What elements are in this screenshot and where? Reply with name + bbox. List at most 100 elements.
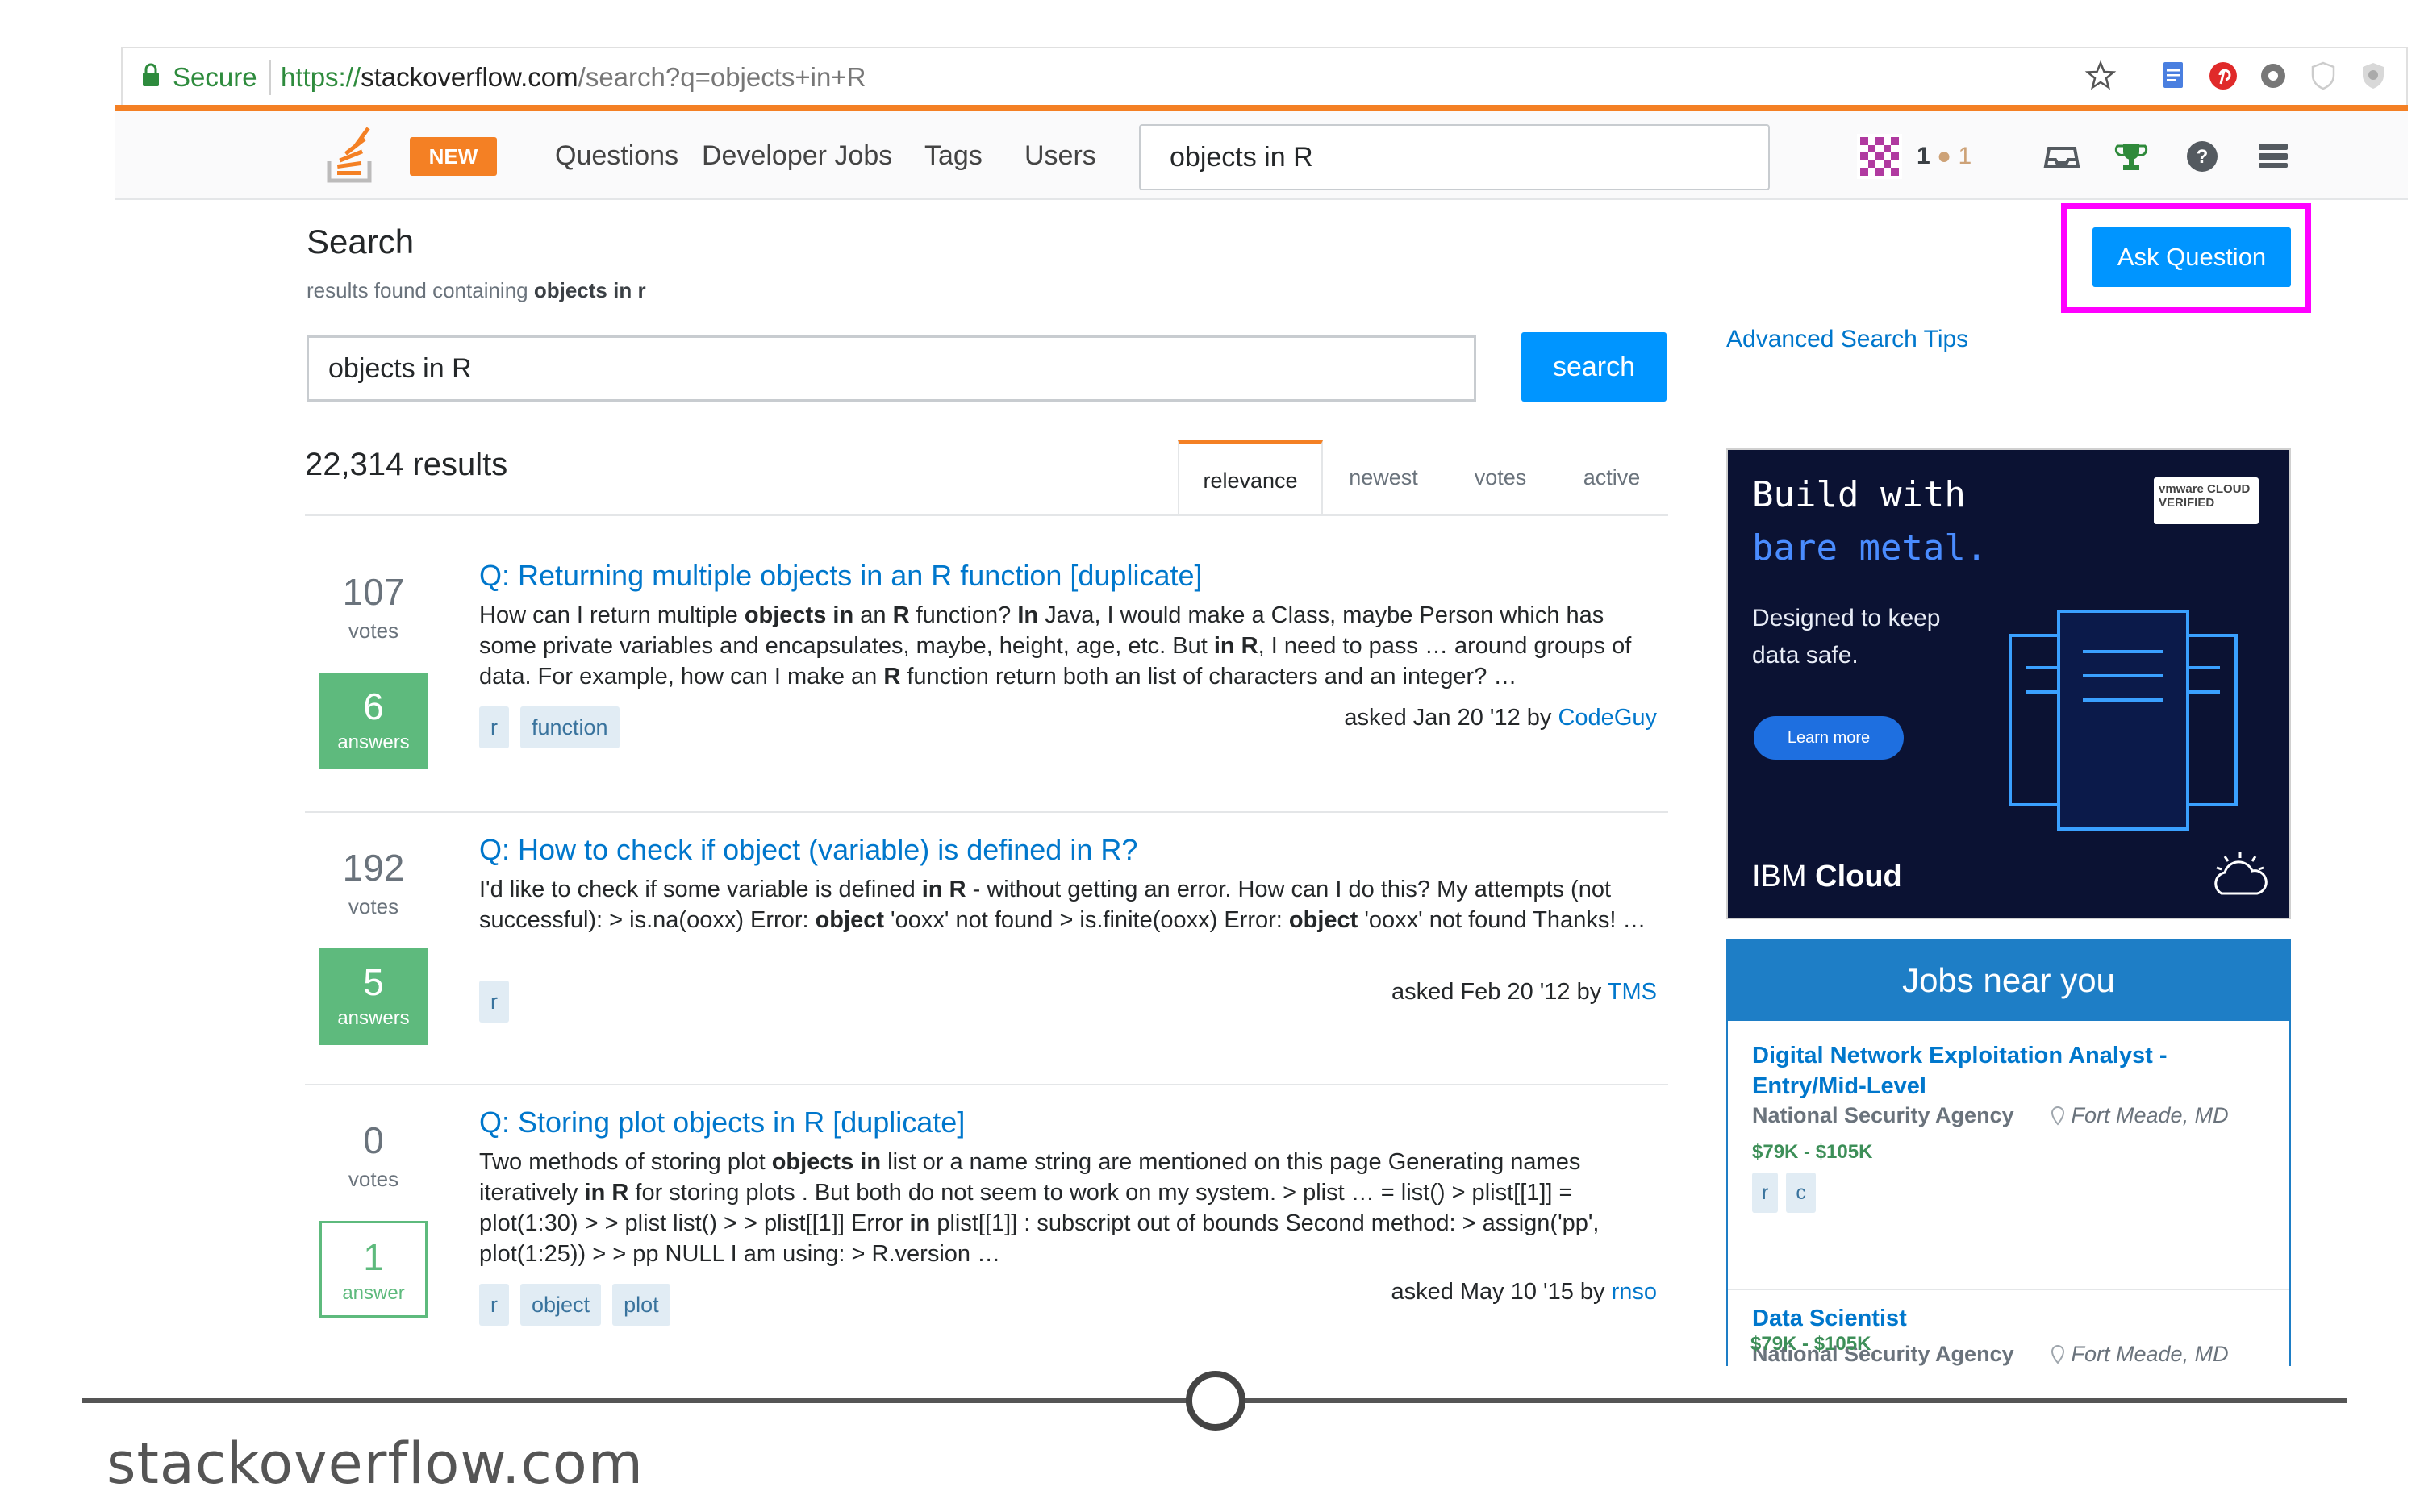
page-title: Search bbox=[307, 223, 415, 260]
slide-progress-marker bbox=[1186, 1371, 1245, 1431]
vote-count: 107 bbox=[342, 571, 405, 613]
server-illustration-icon bbox=[2009, 610, 2238, 831]
ad-brand: IBM Cloud bbox=[1752, 860, 1902, 893]
result-divider bbox=[305, 1084, 1668, 1085]
search-button[interactable]: search bbox=[1521, 332, 1667, 402]
location-pin-icon bbox=[2051, 1106, 2065, 1126]
screenshot-cutoff bbox=[1726, 1366, 2291, 1376]
question-title-link[interactable]: Q: How to check if object (variable) is … bbox=[479, 831, 1137, 869]
settings-extension-icon[interactable] bbox=[2255, 58, 2291, 94]
question-excerpt: I'd like to check if some variable is de… bbox=[479, 877, 1646, 933]
search-result: 107 votes 6 answers Q: Returning multipl… bbox=[305, 548, 1668, 790]
url-text[interactable]: https://stackoverflow.com/search?q=objec… bbox=[281, 56, 866, 98]
question-excerpt: How can I return multiple objects in an … bbox=[479, 602, 1632, 689]
tab-newest[interactable]: newest bbox=[1323, 440, 1444, 514]
reputation-summary[interactable]: 1 ● 1 bbox=[1917, 137, 1971, 176]
job-title-link[interactable]: Data Scientist bbox=[1752, 1303, 2252, 1334]
nav-users[interactable]: Users bbox=[1024, 135, 1096, 176]
inbox-icon[interactable] bbox=[2042, 137, 2081, 176]
document-extension-icon[interactable] bbox=[2155, 58, 2191, 94]
tab-relevance[interactable]: relevance bbox=[1178, 440, 1323, 514]
answer-count: 1 bbox=[363, 1236, 384, 1278]
tab-active[interactable]: active bbox=[1557, 440, 1667, 514]
tag[interactable]: r bbox=[1752, 1173, 1779, 1213]
question-excerpt: Two methods of storing plot objects in l… bbox=[479, 1149, 1600, 1267]
answer-count-box: 1 answer bbox=[319, 1221, 428, 1318]
reputation-count: 1 bbox=[1917, 143, 1930, 169]
search-result: 192 votes 5 answers Q: How to check if o… bbox=[305, 823, 1668, 1064]
results-divider bbox=[305, 514, 1668, 516]
stackoverflow-logo-icon[interactable] bbox=[323, 126, 379, 185]
advanced-search-tips-link[interactable]: Advanced Search Tips bbox=[1726, 323, 1968, 356]
pinterest-icon[interactable] bbox=[2205, 58, 2241, 94]
advertisement[interactable]: Build with bare metal. Designed to keep … bbox=[1726, 448, 2291, 919]
site-header: NEW Questions Developer Jobs Tags Users … bbox=[115, 111, 2408, 200]
result-divider bbox=[305, 811, 1668, 813]
vote-count: 0 bbox=[363, 1119, 384, 1161]
question-title-link[interactable]: Q: Returning multiple objects in an R fu… bbox=[479, 556, 1202, 595]
vote-label: votes bbox=[348, 619, 399, 643]
jobs-panel-title: Jobs near you bbox=[1728, 940, 2289, 1021]
browser-address-bar[interactable]: Secure https://stackoverflow.com/search?… bbox=[121, 47, 2408, 105]
header-accent-strip bbox=[115, 105, 2408, 111]
search-query: objects in r bbox=[533, 278, 646, 302]
site-switcher-icon[interactable] bbox=[2254, 137, 2293, 176]
results-count: 22,314 results bbox=[305, 447, 508, 482]
ask-question-button[interactable]: Ask Question bbox=[2092, 227, 2291, 287]
help-icon[interactable]: ? bbox=[2183, 137, 2222, 176]
search-input[interactable]: objects in R bbox=[307, 335, 1476, 402]
vmware-badge-logo: vmware CLOUD VERIFIED bbox=[2154, 477, 2259, 524]
user-link[interactable]: rnso bbox=[1612, 1279, 1657, 1305]
answer-label: answers bbox=[337, 731, 410, 753]
asked-info: asked Jan 20 '12 by CodeGuy bbox=[1344, 705, 1657, 731]
tag[interactable]: c bbox=[1786, 1173, 1816, 1213]
answer-count: 6 bbox=[363, 685, 384, 727]
tag-list: r object plot bbox=[479, 1284, 682, 1326]
job-title-link[interactable]: Digital Network Exploitation Analyst - E… bbox=[1752, 1040, 2252, 1102]
asked-info: asked May 10 '15 by rnso bbox=[1391, 1279, 1657, 1305]
shield-outline-icon[interactable] bbox=[2305, 58, 2341, 94]
avatar[interactable] bbox=[1857, 134, 1902, 179]
search-summary: results found containing objects in r bbox=[307, 278, 646, 302]
url-scheme: https:// bbox=[281, 62, 361, 92]
answer-count: 5 bbox=[363, 961, 384, 1003]
nav-questions[interactable]: Questions bbox=[555, 135, 678, 176]
answer-count-box: 6 answers bbox=[319, 673, 428, 769]
tag[interactable]: r bbox=[479, 981, 509, 1023]
job-tags: rc bbox=[1752, 1173, 1824, 1213]
job-divider bbox=[1728, 1289, 2289, 1290]
sort-tabs: relevance newest votes active bbox=[1178, 440, 1667, 514]
new-badge[interactable]: NEW bbox=[410, 137, 497, 176]
job-company: National Security Agency bbox=[1752, 1103, 2014, 1127]
tab-votes[interactable]: votes bbox=[1444, 440, 1557, 514]
ad-learn-more-button[interactable]: Learn more bbox=[1754, 716, 1904, 760]
trophy-icon[interactable] bbox=[2112, 137, 2151, 176]
tag[interactable]: r bbox=[479, 706, 509, 748]
vote-label: votes bbox=[348, 1167, 399, 1191]
tag[interactable]: r bbox=[479, 1284, 509, 1326]
vote-count: 192 bbox=[342, 847, 405, 889]
tag[interactable]: object bbox=[520, 1284, 602, 1326]
tag[interactable]: plot bbox=[612, 1284, 670, 1326]
tag-list: r function bbox=[479, 706, 631, 748]
job-salary: $79K - $105K bbox=[1752, 1141, 1873, 1163]
adblock-icon[interactable] bbox=[2355, 58, 2391, 94]
url-host: stackoverflow.com bbox=[361, 62, 578, 92]
user-link[interactable]: TMS bbox=[1608, 979, 1657, 1005]
star-icon[interactable] bbox=[2083, 58, 2118, 94]
svg-text:?: ? bbox=[2197, 146, 2209, 168]
secure-label: Secure bbox=[173, 62, 257, 92]
user-link[interactable]: CodeGuy bbox=[1558, 705, 1657, 731]
nav-tags[interactable]: Tags bbox=[924, 135, 983, 176]
asked-info: asked Feb 20 '12 by TMS bbox=[1391, 979, 1657, 1005]
answer-label: answer bbox=[342, 1282, 405, 1304]
header-search-input[interactable]: objects in R bbox=[1139, 124, 1770, 190]
tag[interactable]: function bbox=[520, 706, 620, 748]
answer-label: answers bbox=[337, 1007, 410, 1029]
question-title-link[interactable]: Q: Storing plot objects in R [duplicate] bbox=[479, 1103, 965, 1142]
url-path: /search?q=objects+in+R bbox=[578, 62, 866, 92]
nav-developer-jobs[interactable]: Developer Jobs bbox=[702, 135, 892, 176]
url-separator bbox=[269, 60, 271, 95]
search-result: 0 votes 1 answer Q: Storing plot objects… bbox=[305, 1095, 1668, 1361]
ad-body-text: Designed to keep data safe. bbox=[1752, 605, 1941, 669]
